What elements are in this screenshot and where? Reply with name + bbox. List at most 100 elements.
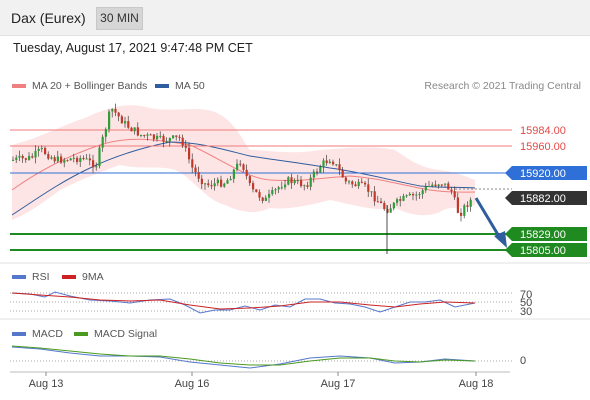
macd-line [11,346,476,369]
candle-body [72,157,75,159]
candle-body [216,179,219,184]
candle-body [98,147,101,167]
candlestick-series [12,103,472,254]
macd-signal-line [11,345,476,366]
candle-body [469,199,472,207]
legend-ma20: MA 20 + Bollinger Bands [12,80,147,92]
candle-body [200,178,203,185]
candle-body [447,183,450,190]
candle-body [380,201,383,203]
candle-body [85,158,88,160]
candle-body [389,208,392,213]
candle-body [405,195,408,197]
candle-body [335,164,338,166]
candle-body [108,111,111,130]
price-label-15960: 15960.00 [520,141,566,153]
candle-body [264,197,267,201]
macd-label: MACD [32,328,63,340]
ma50-label: MA 50 [175,80,205,92]
candle-body [245,169,248,177]
legend-rsi: RSI [12,271,50,283]
candle-body [12,159,15,161]
candle-body [165,141,168,143]
candle-body [421,190,424,195]
legend-macd-signal: MACD Signal [74,328,157,340]
candle-body [370,191,373,193]
candle-body [293,180,296,184]
x-axis: Aug 13 Aug 16 Aug 17 Aug 18 [29,372,493,390]
candle-body [463,205,466,216]
candle-body [104,129,107,137]
candle-body [354,184,357,187]
candle-body [386,209,389,213]
candle-body [437,184,440,186]
candle-body [364,182,367,185]
candle-body [24,158,27,160]
macd-zero-label: 0 [520,355,526,367]
rsi-label: RSI [32,271,50,283]
candle-body [15,157,18,160]
candle-body [332,161,335,165]
candle-body [351,181,354,185]
candle-body [296,180,299,182]
macd-signal-label: MACD Signal [94,328,158,340]
rsi-ma-swatch [62,275,76,279]
candle-body [460,212,463,216]
candle-body [229,178,232,181]
candle-body [376,201,379,203]
candle-body [344,177,347,182]
candle-body [424,186,427,191]
candle-body [277,187,280,190]
legend-macd: MACD [12,328,63,340]
candle-body [40,148,43,150]
candle-body [111,108,114,112]
candle-body [213,183,216,187]
candle-body [232,169,235,179]
candle-body [117,112,120,117]
price-label-15882: 15882.00 [520,193,566,205]
candle-body [431,184,434,187]
candle-body [348,181,351,183]
candle-body [223,183,226,187]
chart-header: Dax (Eurex) 30 MIN [0,0,590,36]
candle-body [357,181,360,187]
legend-rsi-ma: 9MA [62,271,104,283]
candle-body [453,191,456,198]
ma20-label: MA 20 + Bollinger Bands [32,80,148,92]
rsi-label-50: 50 [520,297,532,309]
candle-body [44,148,47,155]
candle-body [37,148,40,151]
candle-body [127,121,130,128]
candle-body [56,156,59,162]
candle-body [322,160,325,167]
candle-body [21,155,24,159]
candle-body [47,154,50,159]
price-box-pointer [505,227,512,241]
candle-body [309,177,312,187]
candle-body [53,157,56,162]
candle-body [242,164,245,170]
candle-body [181,137,184,146]
instrument-title: Dax (Eurex) [11,10,86,26]
timeframe-button[interactable]: 30 MIN [96,7,143,30]
candle-body [28,156,31,160]
candle-body [360,181,363,183]
candle-body [434,184,437,186]
candle-body [412,193,415,196]
candle-body [31,156,34,158]
price-label-15829: 15829.00 [520,229,566,241]
candle-body [184,145,187,148]
price-box-pointer [505,243,512,257]
rsi-line [11,291,476,314]
rsi-label-30: 30 [520,306,532,318]
candle-body [207,183,210,186]
candle-body [312,171,315,178]
candle-body [236,163,239,170]
price-box-pointer [505,191,512,205]
candle-body [252,183,255,190]
candle-body [79,158,82,162]
candle-body [408,193,411,196]
macd-signal-swatch [74,332,88,336]
candle-body [466,205,469,207]
x-tick-label-aug16: Aug 16 [175,378,210,390]
